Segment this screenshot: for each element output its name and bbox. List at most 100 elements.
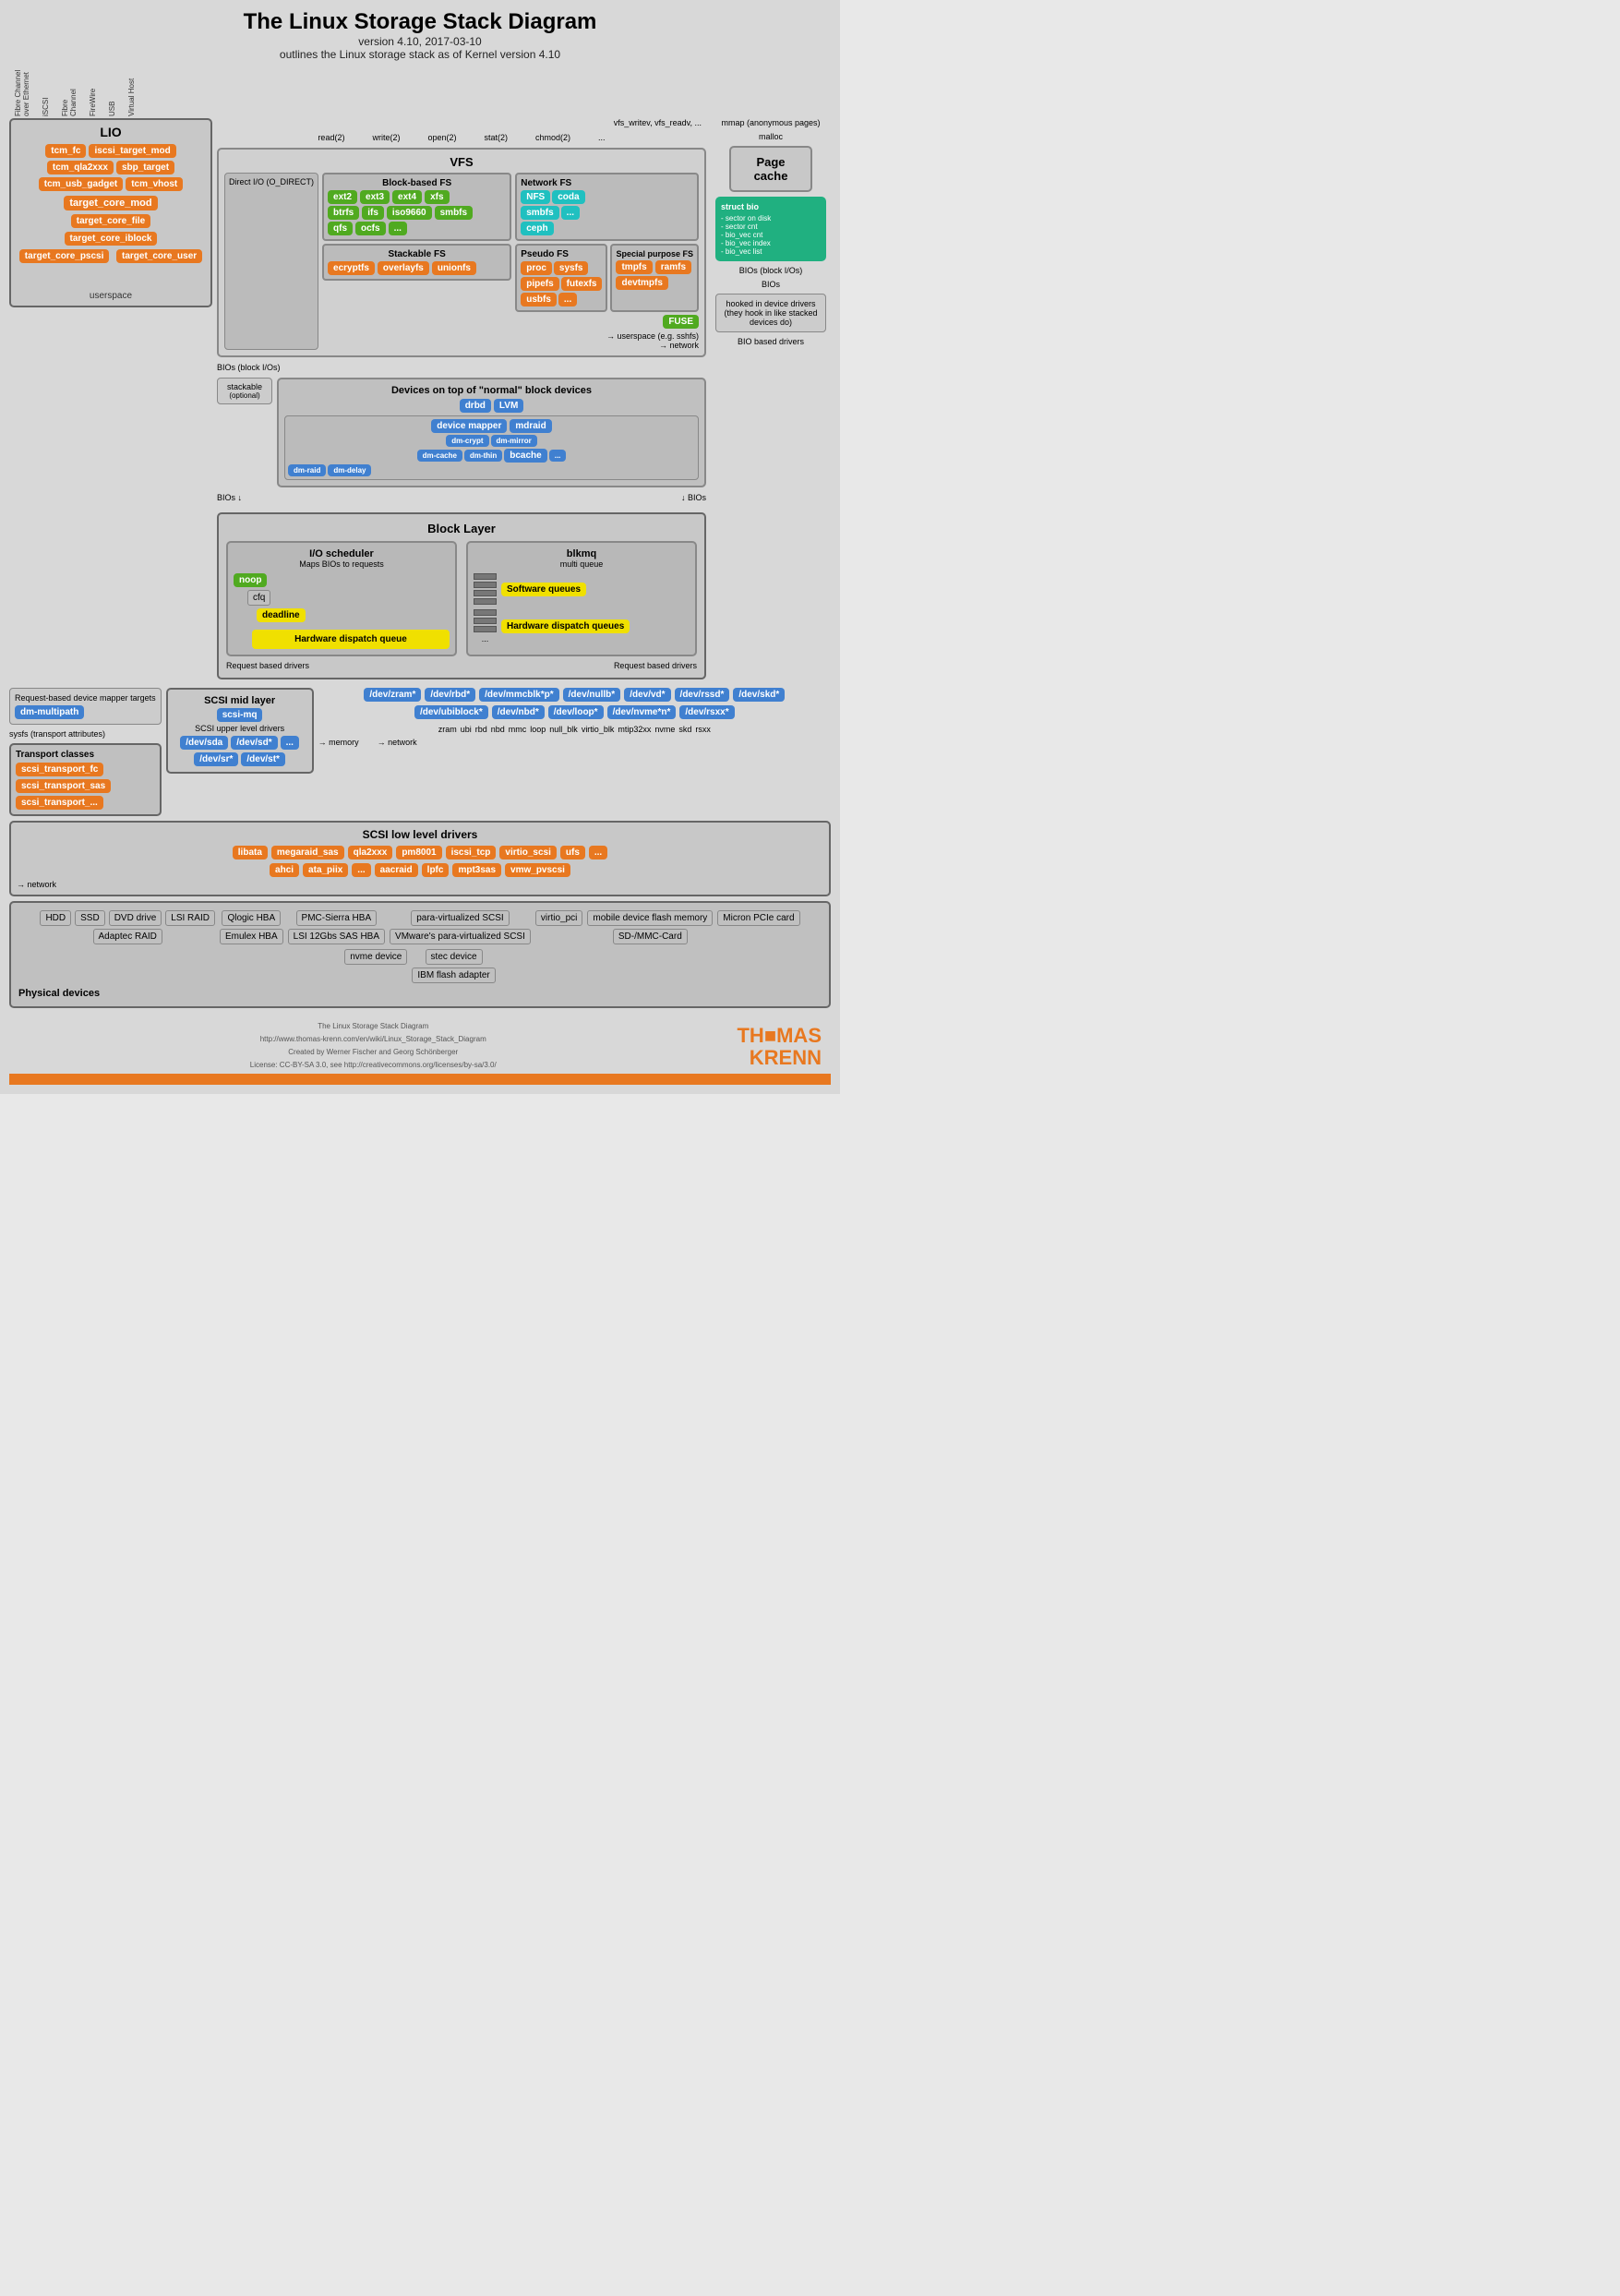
userspace-label: userspace (16, 291, 206, 301)
drv-nvme: nvme (654, 725, 675, 734)
blkmq: blkmq multi queue Software queues (466, 541, 697, 656)
iso9660: iso9660 (387, 206, 432, 220)
tmpfs: tmpfs (616, 260, 652, 274)
dev-nbd: /dev/nbd* (492, 705, 545, 719)
lsi-raid: LSI RAID (165, 910, 215, 926)
ecryptfs: ecryptfs (328, 261, 375, 275)
devices-on-top: Devices on top of "normal" block devices… (277, 378, 706, 487)
bios-right-label2: BIOs (762, 280, 780, 289)
title-section: The Linux Storage Stack Diagram version … (9, 9, 831, 61)
device-mapper: device mapper (431, 419, 507, 433)
thomas-krenn-logo: TH■MAS KRENN (737, 1025, 831, 1069)
scsi-transport-sas: scsi_transport_sas (16, 779, 111, 793)
para-virt-scsi: para-virtualized SCSI (411, 910, 509, 926)
struct-bio-item-0: - sector on disk (721, 214, 821, 222)
syscall-row: read(2) write(2) open(2) stat(2) chmod(2… (217, 133, 706, 142)
bios-block-label: BIOs (block I/Os) (217, 363, 706, 372)
ext4: ext4 (392, 190, 422, 204)
ata-piix: ata_piix (303, 863, 348, 877)
btrfs: btrfs (328, 206, 359, 220)
lio-label: LIO (16, 125, 206, 139)
struct-bio-item-2: - bio_vec cnt (721, 231, 821, 239)
drv-virtio-blk: virtio_blk (582, 725, 615, 734)
label-virtual-host: Virtual Host (127, 70, 136, 116)
network-fs: Network FS NFS coda smbfs ... ceph (515, 173, 699, 241)
drv-rbd: rbd (475, 725, 487, 734)
micron-pcie: Micron PCIe card (717, 910, 799, 926)
network-label2: → network (17, 880, 823, 889)
bios-right-label: BIOs (block I/Os) (739, 266, 803, 275)
dev-ubiblock: /dev/ubiblock* (414, 705, 488, 719)
io-scheduler-label: I/O scheduler (234, 548, 450, 559)
sysfs-label: sysfs (transport attributes) (9, 729, 162, 739)
drv-rsxx: rsxx (695, 725, 711, 734)
label-fibre-channel-over-ethernet: Fibre Channel over Ethernet (14, 66, 30, 116)
vfs-calls-label: vfs_writev, vfs_readv, ... (614, 118, 702, 127)
scsi-mid-label: SCSI mid layer (174, 695, 306, 706)
scsi-low-label: SCSI low level drivers (17, 828, 823, 841)
dev-nvme: /dev/nvme*n* (607, 705, 677, 719)
pseudo-fs-label: Pseudo FS (521, 249, 602, 259)
logo-line1: TH■MAS (737, 1025, 822, 1047)
stackable-fs: Stackable FS ecryptfs overlayfs unionfs (322, 244, 511, 281)
vfs-section: VFS Direct I/O (O_DIRECT) Block-based FS… (217, 148, 706, 357)
ssd: SSD (75, 910, 105, 926)
dm-crypt: dm-crypt (446, 435, 488, 447)
target-core-user: target_core_user (116, 249, 202, 263)
main-title: The Linux Storage Stack Diagram (9, 9, 831, 35)
footer-created-by: Created by Werner Fischer and Georg Schö… (250, 1048, 497, 1056)
ramfs: ramfs (655, 260, 691, 274)
label-fibre-channel: Fibre Channel (61, 70, 78, 116)
scsi-transport-ellipsis: scsi_transport_... (16, 796, 103, 810)
memory-label: → memory (318, 738, 359, 747)
physical-devices: HDD SSD DVD drive LSI RAID Adaptec RAID … (9, 901, 831, 1008)
fuse: FUSE (663, 315, 699, 329)
ellipsis-scsi: ... (281, 736, 299, 750)
page-cache: Page cache (729, 146, 812, 192)
nvme-device: nvme device (344, 949, 407, 965)
target-core-file: target_core_file (71, 214, 150, 228)
bios-arrows-row: BIOs ↓ ↓ BIOs (217, 493, 706, 502)
struct-bio-label: struct bio (721, 202, 821, 211)
label-firewire: FireWire (89, 75, 97, 116)
futexfs: futexfs (561, 277, 603, 291)
hdd: HDD (40, 910, 71, 926)
scsi-upper-label: SCSI upper level drivers (174, 724, 306, 733)
ibm-flash: IBM flash adapter (412, 968, 495, 983)
drv-skd: skd (678, 725, 691, 734)
block-based-fs: Block-based FS ext2 ext3 ext4 xfs btrfs … (322, 173, 511, 241)
mdraid: mdraid (510, 419, 551, 433)
special-fs: Special purpose FS tmpfs ramfs devtmpfs (610, 244, 699, 312)
bios-label-right: ↓ BIOs (681, 493, 706, 502)
ceph: ceph (521, 222, 553, 235)
bio-based-drivers-label: BIO based drivers (738, 337, 804, 346)
bottom-bar (9, 1074, 831, 1085)
special-fs-label: Special purpose FS (616, 249, 693, 258)
subtitle-line1: version 4.10, 2017-03-10 (9, 35, 831, 48)
struct-bio-item-4: - bio_vec list (721, 247, 821, 256)
iscsi-target-mod: iscsi_target_mod (89, 144, 175, 158)
megaraid-sas: megaraid_sas (271, 846, 344, 859)
vfs-label: VFS (224, 155, 699, 169)
ext2: ext2 (328, 190, 357, 204)
dev-mmcblk: /dev/mmcblk*p* (479, 688, 558, 702)
ellipsis-low2: ... (352, 863, 370, 877)
scsi-low-layer: SCSI low level drivers libata megaraid_s… (9, 821, 831, 896)
scsi-mid-layer: SCSI mid layer scsi-mq SCSI upper level … (166, 688, 314, 774)
stackable-label: stackable (optional) (217, 378, 272, 404)
ellipsis-pseudo: ... (558, 293, 577, 307)
hooked-drivers: hooked in device drivers (they hook in l… (715, 294, 826, 332)
label-iscsi: iSCSI (42, 79, 50, 116)
drbd: drbd (460, 399, 491, 413)
unionfs: unionfs (432, 261, 476, 275)
blkmq-sub: multi queue (474, 559, 690, 569)
request-based-drivers-label: Request based drivers (226, 661, 309, 670)
vmw-pvscsi: vmw_pvscsi (505, 863, 570, 877)
dm-thin: dm-thin (464, 450, 502, 462)
drv-ubi: ubi (461, 725, 472, 734)
page-cache-label: Page cache (754, 155, 788, 183)
memory-network-labels: → memory → network (318, 738, 831, 747)
direct-io-box: Direct I/O (O_DIRECT) (224, 173, 318, 350)
ext3: ext3 (360, 190, 390, 204)
hw-dispatch-queue: Hardware dispatch queue (252, 630, 450, 649)
